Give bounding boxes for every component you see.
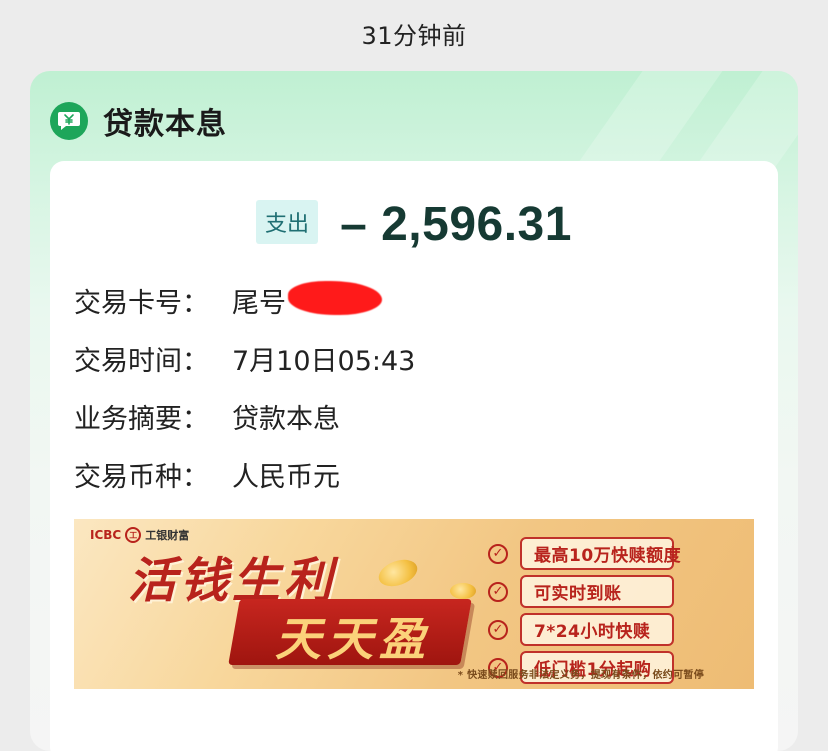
check-icon: ✓ bbox=[488, 543, 508, 564]
info-row-currency: 交易币种： 人民币元 bbox=[74, 455, 340, 494]
feature-pill: 7*24小时快赎 bbox=[520, 613, 674, 646]
transaction-detail-panel: 支出 – 2,596.31 交易卡号： 尾号 交易时间： 7月10日05:43 … bbox=[50, 161, 778, 751]
card-title: 贷款本息 bbox=[103, 107, 227, 142]
wallet-yuan-icon bbox=[50, 102, 88, 140]
coin-icon bbox=[450, 583, 476, 599]
feature-pill: 可实时到账 bbox=[520, 575, 674, 608]
info-label: 交易时间： bbox=[74, 346, 209, 377]
info-label: 交易币种： bbox=[74, 462, 209, 493]
transaction-card[interactable]: 贷款本息 支出 – 2,596.31 交易卡号： 尾号 交易时间： 7月10日0… bbox=[30, 71, 798, 751]
info-value: 7月10日05:43 bbox=[232, 346, 416, 377]
info-value: 贷款本息 bbox=[232, 404, 340, 435]
expense-tag: 支出 bbox=[256, 199, 319, 244]
brand-text: ICBC bbox=[90, 528, 122, 542]
feature-item: ✓ 7*24小时快赎 bbox=[488, 613, 674, 646]
coin-icon bbox=[375, 554, 421, 592]
info-row-card-number: 交易卡号： 尾号 bbox=[74, 281, 382, 320]
info-value: 人民币元 bbox=[232, 462, 340, 493]
info-row-time: 交易时间： 7月10日05:43 bbox=[74, 339, 415, 378]
redaction-mark bbox=[288, 281, 382, 315]
feature-item: ✓ 最高10万快赎额度 bbox=[488, 537, 681, 570]
promo-banner[interactable]: ICBC 工 工银财富 活钱生利 天天盈 ✓ 最高10万快赎额度 ✓ 可实时到账 bbox=[74, 519, 754, 689]
feature-pill: 最高10万快赎额度 bbox=[520, 537, 681, 570]
check-icon: ✓ bbox=[488, 619, 508, 640]
amount-row: 支出 – 2,596.31 bbox=[50, 197, 778, 252]
banner-subheadline: 天天盈 bbox=[275, 612, 431, 666]
card-number-value: 尾号 bbox=[232, 288, 286, 319]
card-header: 贷款本息 bbox=[50, 99, 227, 143]
check-icon: ✓ bbox=[488, 581, 508, 602]
timestamp-label: 31分钟前 bbox=[361, 22, 467, 50]
feature-item: ✓ 可实时到账 bbox=[488, 575, 674, 608]
info-label: 业务摘要： bbox=[74, 404, 209, 435]
info-label: 交易卡号： bbox=[74, 288, 209, 319]
info-value: 尾号 bbox=[232, 281, 382, 320]
info-row-summary: 业务摘要： 贷款本息 bbox=[74, 397, 340, 436]
banner-disclaimer: * 快速赎回服务非法定义务，提现有条件，依约可暂停 bbox=[457, 670, 704, 681]
transaction-amount: – 2,596.31 bbox=[340, 198, 572, 251]
